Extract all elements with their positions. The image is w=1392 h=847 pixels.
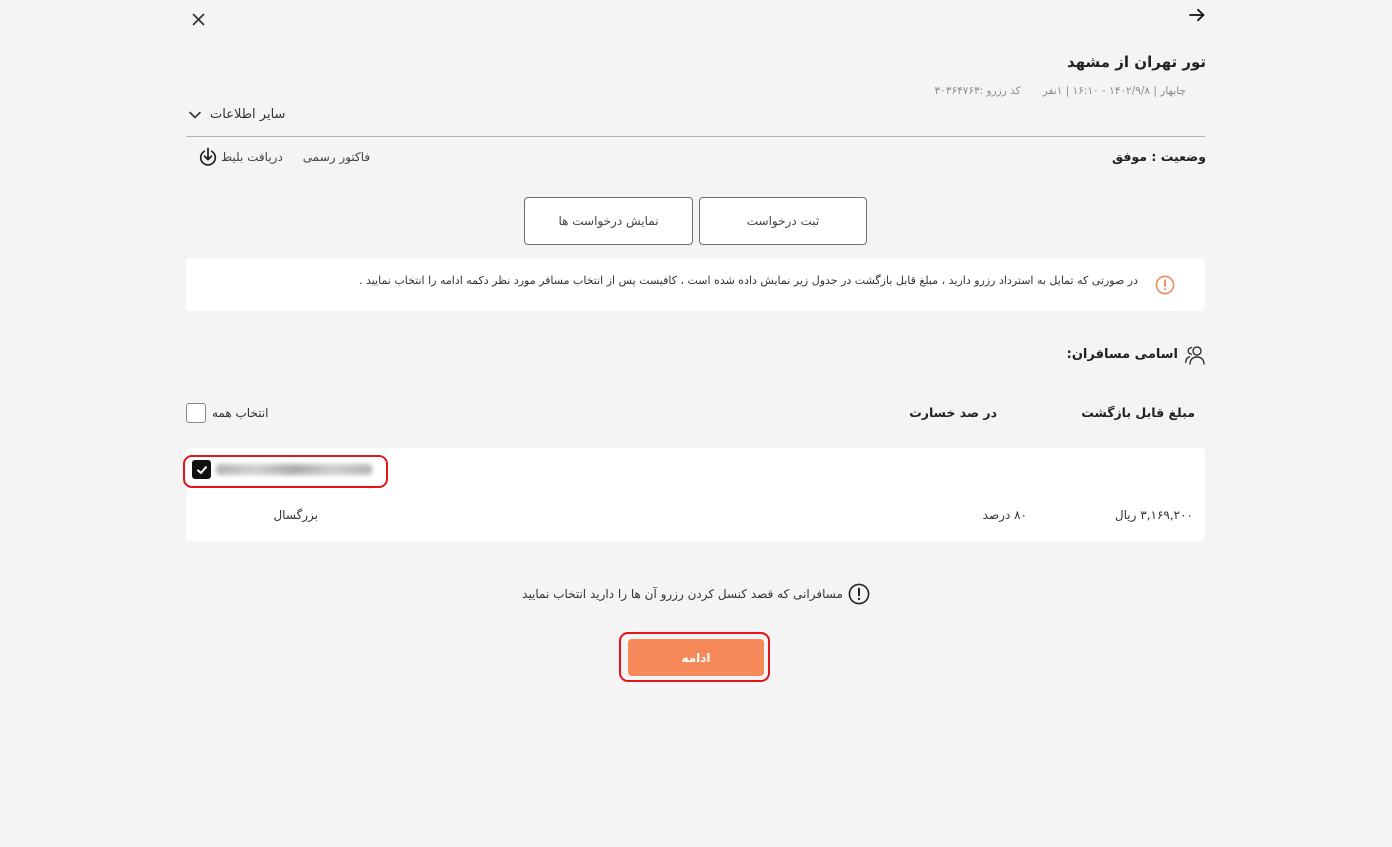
- info-circle-icon: [848, 583, 870, 605]
- more-info-toggle[interactable]: سایر اطلاعات: [188, 105, 285, 125]
- continue-button[interactable]: ادامه: [628, 639, 764, 676]
- show-requests-button[interactable]: نمایش درخواست ها: [524, 197, 693, 245]
- chevron-down-icon: [189, 111, 201, 119]
- check-icon: [196, 465, 207, 474]
- document-actions: فاکتور رسمی دریافت بلیط: [198, 147, 370, 167]
- passenger-name-redacted: [216, 464, 372, 475]
- close-icon: [192, 13, 204, 25]
- download-ticket-label: دریافت بلیط: [221, 150, 283, 164]
- passenger-penalty: ۸۰ درصد: [982, 508, 1027, 522]
- passengers-title-text: اسامی مسافران:: [1066, 347, 1178, 362]
- refund-page: تور تهران از مشهد چابهار | ۱۴۰۲/۹/۸ - ۱۶…: [183, 0, 1207, 847]
- close-button[interactable]: [190, 11, 206, 27]
- page-title: تور تهران از مشهد: [1066, 53, 1206, 71]
- refund-notice: در صورتی که تمایل به استرداد رزرو دارید …: [186, 258, 1205, 311]
- more-info-label: سایر اطلاعات: [210, 107, 286, 122]
- passenger-checkbox[interactable]: [192, 460, 211, 479]
- selection-hint: مسافرانی که قصد کنسل کردن رزرو آن ها را …: [186, 583, 1206, 605]
- passengers-section-title: اسامی مسافران:: [1067, 344, 1206, 366]
- download-icon: [199, 147, 217, 166]
- selection-hint-text: مسافرانی که قصد کنسل کردن رزرو آن ها را …: [522, 587, 843, 601]
- invoice-link[interactable]: فاکتور رسمی: [303, 147, 370, 167]
- booking-status: وضعیت : موفق: [1112, 149, 1206, 164]
- warning-circle-icon: [1155, 275, 1175, 295]
- passenger-refund-amount: ۳,۱۶۹,۲۰۰ ریال: [1114, 508, 1193, 522]
- back-button[interactable]: [1187, 5, 1207, 25]
- users-icon: [1185, 346, 1205, 365]
- refund-notice-text: در صورتی که تمایل به استرداد رزرو دارید …: [358, 274, 1138, 287]
- select-all-label: انتخاب همه: [212, 406, 269, 420]
- reservation-code: کد رزرو :۳۰۳۶۴۷۶۳: [934, 85, 1021, 97]
- select-all-checkbox[interactable]: [186, 403, 206, 423]
- passenger-type: بزرگسال: [273, 508, 318, 522]
- table-row: ۳,۱۶۹,۲۰۰ ریال ۸۰ درصد بزرگسال: [186, 448, 1205, 541]
- download-ticket-link[interactable]: دریافت بلیط: [198, 147, 283, 167]
- column-header-penalty: در صد خسارت: [909, 405, 997, 420]
- submit-request-button[interactable]: ثبت درخواست: [699, 197, 867, 245]
- header-divider: [186, 136, 1205, 137]
- arrow-right-icon: [1189, 8, 1205, 22]
- trip-info: چابهار | ۱۴۰۲/۹/۸ - ۱۶:۱۰ | ۱نفر: [1042, 85, 1186, 97]
- trip-meta: چابهار | ۱۴۰۲/۹/۸ - ۱۶:۱۰ | ۱نفر کد رزرو…: [935, 83, 1186, 99]
- select-all-toggle[interactable]: انتخاب همه: [186, 403, 269, 423]
- column-header-refund-amount: مبلغ قابل بازگشت: [1081, 405, 1195, 420]
